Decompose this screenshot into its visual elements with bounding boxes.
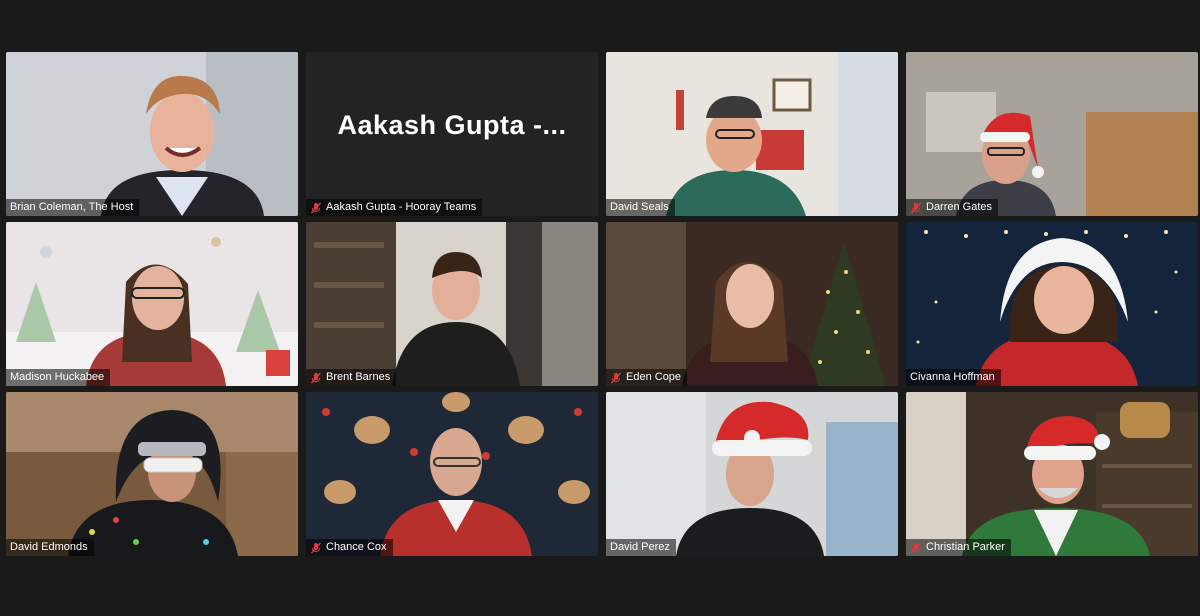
participant-name: Chance Cox [326, 541, 387, 553]
mic-muted-icon [310, 202, 322, 213]
participant-video [306, 392, 598, 556]
participant-name-bar: Chance Cox [306, 539, 393, 556]
participant-video [606, 392, 898, 556]
participant-video [606, 222, 898, 386]
participant-tile[interactable]: David Seals [606, 52, 898, 216]
mic-muted-icon [910, 202, 922, 213]
participant-video [906, 52, 1198, 216]
mic-muted-icon [310, 372, 322, 383]
participant-name-bar: Aakash Gupta - Hooray Teams [306, 199, 483, 216]
participant-name: Brian Coleman, The Host [10, 201, 134, 213]
participant-name-bar: Christian Parker [906, 539, 1011, 556]
participant-name-bar: Civanna Hoffman [906, 369, 1001, 386]
participant-name-bar: Darren Gates [906, 199, 999, 216]
participant-name: Darren Gates [926, 201, 993, 213]
participant-tile[interactable]: Civanna Hoffman [906, 222, 1198, 386]
participant-tile[interactable]: Brian Coleman, The Host [6, 52, 298, 216]
participant-name: Brent Barnes [326, 371, 391, 383]
participant-tile[interactable]: Christian Parker [906, 392, 1198, 556]
mic-muted-icon [310, 542, 322, 553]
participant-video [906, 222, 1198, 386]
participant-name: Christian Parker [926, 541, 1005, 553]
participant-video [6, 392, 298, 556]
participant-tile[interactable]: Chance Cox [306, 392, 598, 556]
participant-name-bar: Brian Coleman, The Host [6, 199, 140, 216]
participant-video [6, 52, 298, 216]
participant-name-bar: David Seals [606, 199, 675, 216]
participant-video [306, 222, 598, 386]
participant-name-bar: David Perez [606, 539, 676, 556]
participant-name-bar: Madison Huckabee [6, 369, 111, 386]
participant-name-bar: Eden Cope [606, 369, 688, 386]
participant-name-bar: Brent Barnes [306, 369, 397, 386]
participant-name: Eden Cope [626, 371, 682, 383]
video-grid: Brian Coleman, The Host Aakash Gupta -..… [6, 52, 1198, 560]
participant-tile-active-speaker[interactable]: David Edmonds [6, 392, 298, 556]
participant-name: Aakash Gupta - Hooray Teams [326, 201, 477, 213]
participant-video [906, 392, 1198, 556]
participant-video [606, 52, 898, 216]
participant-tile[interactable]: Brent Barnes [306, 222, 598, 386]
participant-name-bar: David Edmonds [6, 539, 94, 556]
participant-tile[interactable]: Darren Gates [906, 52, 1198, 216]
participant-display-name: Aakash Gupta -... [337, 110, 567, 140]
participant-tile[interactable]: Madison Huckabee [6, 222, 298, 386]
participant-name: Madison Huckabee [10, 371, 105, 383]
participant-tile[interactable]: Eden Cope [606, 222, 898, 386]
participant-video [6, 222, 298, 386]
participant-name: David Perez [610, 541, 670, 553]
mic-muted-icon [610, 372, 622, 383]
participant-tile[interactable]: Aakash Gupta -... Aakash Gupta - Hooray … [306, 52, 598, 216]
mic-muted-icon [910, 542, 922, 553]
participant-name: David Edmonds [10, 541, 88, 553]
participant-tile[interactable]: David Perez [606, 392, 898, 556]
participant-name: Civanna Hoffman [910, 371, 995, 383]
participant-name: David Seals [610, 201, 669, 213]
